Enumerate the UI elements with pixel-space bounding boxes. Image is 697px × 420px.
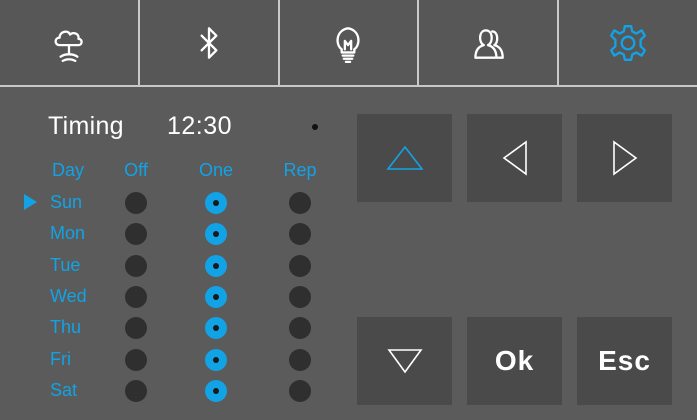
- triangle-left-icon: [502, 140, 527, 176]
- radio-mon-off[interactable]: [125, 223, 147, 245]
- ok-button-label: Ok: [494, 345, 535, 376]
- radio-fri-off[interactable]: [125, 349, 147, 371]
- day-label-thu[interactable]: Thu: [50, 316, 81, 338]
- radio-fri-rep[interactable]: [289, 349, 311, 371]
- tab-lighting[interactable]: [279, 0, 418, 85]
- radio-thu-off[interactable]: [125, 317, 147, 339]
- tab-bluetooth[interactable]: [139, 0, 278, 85]
- column-header-rep: Rep: [283, 160, 317, 180]
- tab-users[interactable]: [419, 0, 558, 85]
- left-button[interactable]: [467, 114, 562, 202]
- radio-wed-one[interactable]: [205, 286, 227, 308]
- selected-row-marker: [24, 194, 37, 210]
- day-label-tue[interactable]: Tue: [50, 254, 80, 276]
- day-label-wed[interactable]: Wed: [50, 285, 87, 307]
- gear-icon: [610, 24, 647, 61]
- column-header-one: One: [198, 160, 234, 180]
- radio-sat-rep[interactable]: [289, 380, 311, 402]
- timing-time[interactable]: 12:30: [167, 111, 232, 141]
- day-label-mon[interactable]: Mon: [50, 222, 85, 244]
- radio-mon-one[interactable]: [205, 223, 227, 245]
- radio-thu-one[interactable]: [205, 317, 227, 339]
- day-label-fri[interactable]: Fri: [50, 348, 71, 370]
- radio-tue-one[interactable]: [205, 255, 227, 277]
- right-button[interactable]: [577, 114, 672, 202]
- triangle-up-icon: [385, 145, 424, 170]
- column-header-off: Off: [124, 160, 148, 180]
- triangle-down-icon: [386, 349, 423, 374]
- radio-sat-one[interactable]: [205, 380, 227, 402]
- radio-sun-off[interactable]: [125, 192, 147, 214]
- tab-settings[interactable]: [559, 0, 697, 85]
- day-label-sun[interactable]: Sun: [50, 191, 82, 213]
- triangle-right-icon: [612, 140, 637, 176]
- radio-tue-off[interactable]: [125, 255, 147, 277]
- radio-fri-one[interactable]: [205, 349, 227, 371]
- esc-button[interactable]: Esc: [577, 317, 672, 405]
- bluetooth-icon: [200, 26, 218, 59]
- radio-tue-rep[interactable]: [289, 255, 311, 277]
- up-button[interactable]: [357, 114, 452, 202]
- top-tab-bar: [0, 0, 697, 85]
- thermostat-screen: Timing 12:30 Day Off One Rep Sun Mon Tue We…: [0, 0, 697, 420]
- radio-thu-rep[interactable]: [289, 317, 311, 339]
- down-button[interactable]: [357, 317, 452, 405]
- ok-button[interactable]: Ok: [467, 317, 562, 405]
- radio-wed-rep[interactable]: [289, 286, 311, 308]
- radio-sun-one[interactable]: [205, 192, 227, 214]
- day-label-sat[interactable]: Sat: [50, 379, 77, 401]
- radio-wed-off[interactable]: [125, 286, 147, 308]
- lightbulb-icon: [336, 26, 361, 63]
- users-icon: [474, 28, 505, 59]
- radio-sun-rep[interactable]: [289, 192, 311, 214]
- radio-sat-off[interactable]: [125, 380, 147, 402]
- status-dot: [312, 124, 318, 130]
- cloud-weather-icon: [54, 29, 83, 62]
- column-header-day: Day: [51, 160, 84, 180]
- radio-mon-rep[interactable]: [289, 223, 311, 245]
- tab-weather[interactable]: [0, 0, 138, 85]
- esc-button-label: Esc: [598, 345, 651, 376]
- timing-label: Timing: [48, 112, 124, 140]
